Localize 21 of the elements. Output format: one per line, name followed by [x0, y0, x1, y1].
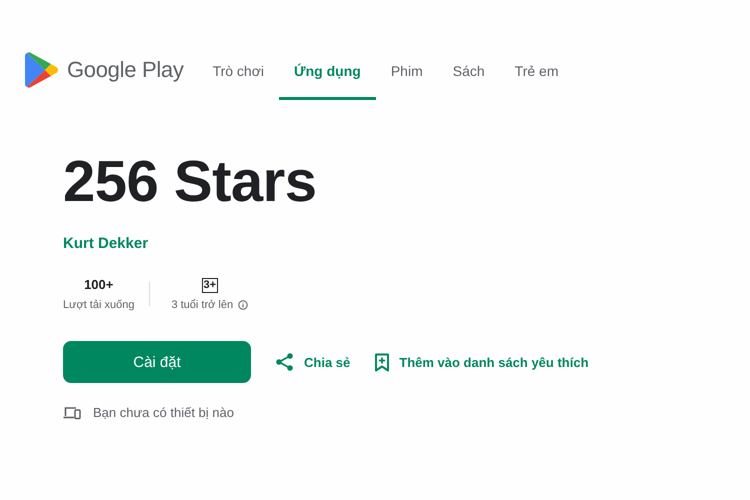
logo-text[interactable]: Google Play: [67, 57, 184, 83]
nav-tab[interactable]: Trẻ em: [500, 40, 574, 100]
play-logo-icon: [25, 52, 59, 88]
info-icon[interactable]: [238, 300, 248, 310]
devices-icon: [63, 406, 81, 420]
nav-tab[interactable]: Ứng dụng: [279, 40, 376, 100]
wishlist-button[interactable]: Thêm vào danh sách yêu thích: [374, 352, 589, 372]
share-icon: [275, 352, 295, 372]
nav-tab[interactable]: Trò chơi: [198, 40, 280, 100]
bookmark-add-icon: [374, 352, 390, 372]
nav-tab[interactable]: Phim: [376, 40, 438, 100]
age-rating-badge: 3+: [202, 278, 218, 292]
download-count: 100+: [84, 277, 114, 293]
app-title: 256 Stars: [63, 148, 318, 216]
nav-tab[interactable]: Sách: [438, 40, 500, 100]
share-button[interactable]: Chia sẻ: [275, 352, 350, 372]
install-button[interactable]: Cài đặt: [63, 341, 251, 383]
developer-link[interactable]: Kurt Dekker: [63, 235, 148, 252]
stat-label: 3 tuổi trở lên: [171, 298, 234, 310]
device-note: Bạn chưa có thiết bị nào: [93, 405, 234, 420]
stat-label: Lượt tải xuống: [63, 299, 134, 311]
